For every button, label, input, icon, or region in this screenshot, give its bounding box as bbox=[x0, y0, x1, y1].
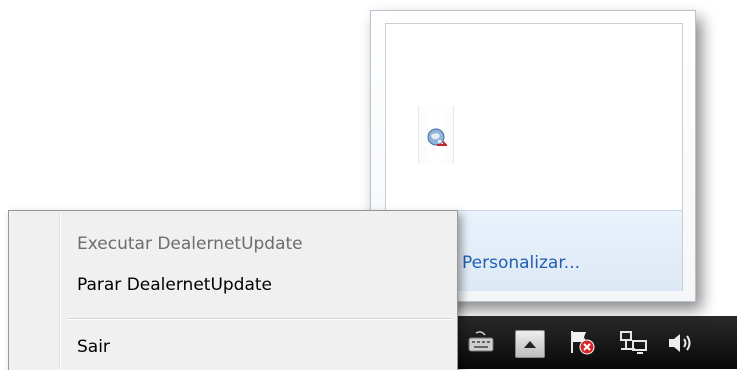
chevron-up-icon bbox=[524, 341, 536, 348]
menu-item-executar[interactable]: Executar DealernetUpdate bbox=[11, 228, 455, 262]
taskbar bbox=[440, 316, 737, 369]
globe-icon bbox=[427, 128, 447, 146]
menu-item-parar[interactable]: Parar DealernetUpdate bbox=[11, 269, 455, 303]
keyboard-icon[interactable] bbox=[468, 330, 494, 354]
show-hidden-icons-button[interactable] bbox=[515, 330, 545, 358]
tray-context-menu: Executar DealernetUpdate Parar Dealernet… bbox=[8, 210, 458, 370]
dealernet-update-tray-icon[interactable] bbox=[418, 106, 454, 164]
menu-separator bbox=[67, 318, 453, 320]
volume-icon[interactable] bbox=[666, 330, 696, 356]
action-center-flag-icon[interactable] bbox=[568, 328, 596, 356]
menu-item-label: Sair bbox=[77, 337, 110, 357]
network-icon[interactable] bbox=[618, 329, 648, 357]
hidden-icons-area bbox=[386, 24, 682, 210]
customize-link[interactable]: Personalizar... bbox=[462, 253, 580, 273]
menu-item-label: Parar DealernetUpdate bbox=[77, 275, 273, 295]
menu-item-label: Executar DealernetUpdate bbox=[77, 234, 303, 254]
menu-item-sair[interactable]: Sair bbox=[11, 331, 455, 365]
